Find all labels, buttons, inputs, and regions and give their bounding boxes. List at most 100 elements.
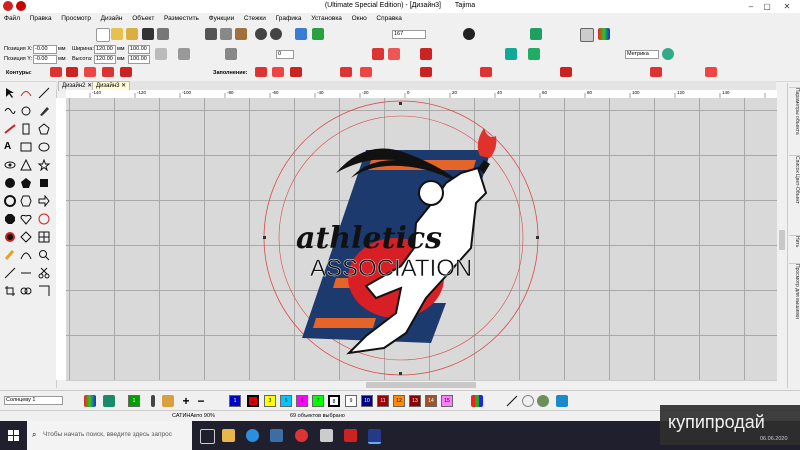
explorer-icon[interactable] [222,429,235,442]
fill-pattern-9-icon[interactable] [650,67,662,77]
menu-setup[interactable]: Установка [307,13,346,25]
star-icon[interactable] [37,158,51,172]
spool-icon[interactable] [556,395,568,407]
fill-icon[interactable] [420,48,432,60]
pencil-icon[interactable] [4,249,16,261]
text-tool-icon[interactable]: A [4,141,16,153]
needle-icon[interactable] [312,28,324,40]
shirt-small-icon[interactable] [528,48,540,60]
color-swatch[interactable]: 13 [409,395,421,407]
minus-icon[interactable]: − [195,395,207,407]
close-icon[interactable]: ✕ [780,0,794,13]
width-input[interactable]: 120.00 [94,45,116,54]
fill-pattern-4-icon[interactable] [340,67,352,77]
color-swatch[interactable]: 6 [296,395,308,407]
lock-proportion-icon[interactable] [155,48,167,60]
fill-pattern-6-icon[interactable] [420,67,432,77]
vertical-scrollbar[interactable] [777,90,787,388]
teal-shirt-icon[interactable] [103,395,115,407]
color-swatch[interactable]: 15 [441,395,453,407]
color-swatch[interactable]: 5 [280,395,292,407]
circle-icon[interactable] [522,395,534,407]
ellipse-icon[interactable] [38,141,50,153]
pentagon-icon[interactable] [20,177,32,189]
minimize-icon[interactable]: – [744,0,758,13]
tab-thread[interactable]: Нить [789,235,800,256]
fill-pattern-2-icon[interactable] [272,67,284,77]
width-percent-input[interactable]: 100.00 [128,45,150,54]
measure-icon[interactable] [4,267,16,279]
open-folder-icon[interactable] [111,28,123,40]
eye-icon[interactable] [662,48,674,60]
pos-x-input[interactable]: -0.00 [33,45,57,54]
diamond-icon[interactable] [20,231,32,243]
task-view-icon[interactable] [200,429,215,444]
fill-pattern-10-icon[interactable] [705,67,717,77]
menu-design[interactable]: Дизайн [97,13,127,25]
color-swatch[interactable]: 10 [361,395,373,407]
menu-file[interactable]: Файл [0,13,24,25]
horizontal-scrollbar[interactable] [66,380,777,389]
start-icon[interactable] [8,430,19,441]
palette-icon[interactable] [84,395,96,407]
new-file-icon[interactable] [96,28,110,42]
color-swatch[interactable]: 9 [345,395,357,407]
pos-y-input[interactable]: -0.00 [33,55,57,64]
fill-pattern-5-icon[interactable] [360,67,372,77]
color-swatch[interactable]: 14 [425,395,437,407]
stop-icon[interactable] [4,231,16,243]
contour-bean-icon[interactable] [120,67,132,77]
arrow-shape-icon[interactable] [38,194,50,208]
fill-pattern-1-icon[interactable] [255,67,267,77]
store-icon[interactable] [270,429,283,442]
units-select[interactable]: Метрика [625,50,659,59]
color-swatch[interactable]: 1 [128,395,140,407]
height-input[interactable]: 120.00 [94,55,116,64]
square-fill-icon[interactable] [38,177,50,189]
menu-functions[interactable]: Функции [205,13,239,25]
maximize-icon[interactable]: ▢ [760,0,774,13]
bezier-icon[interactable] [20,105,32,117]
color-swatch[interactable]: 1 [229,395,241,407]
fill-pattern-7-icon[interactable] [480,67,492,77]
reshape-icon[interactable] [20,87,32,99]
undo-icon[interactable] [255,28,267,40]
color-swatch[interactable]: 8 [328,395,340,407]
curve-icon[interactable] [20,249,32,261]
fill-pattern-8-icon[interactable] [560,67,572,77]
triangle-icon[interactable] [20,158,32,171]
tab-embroidery-preview[interactable]: Просмотр для вышивки [789,263,800,344]
design-canvas[interactable]: athletics ASSOCIATION [66,98,777,380]
eye-view-icon[interactable] [4,159,16,171]
satin-icon[interactable] [388,48,400,60]
globe-icon[interactable] [537,395,549,407]
pen-icon[interactable] [38,105,50,117]
contour-zigzag-icon[interactable] [84,67,96,77]
bucket-icon[interactable] [162,395,174,407]
grid-tool-icon[interactable] [38,231,50,243]
copy-icon[interactable] [220,28,232,40]
menu-edit[interactable]: Правка [26,13,56,25]
column-icon[interactable] [20,123,32,135]
info-icon[interactable] [463,28,475,40]
menu-help[interactable]: Справка [372,13,406,25]
slash-icon[interactable] [506,395,518,407]
fill-pattern-3-icon[interactable] [290,67,302,77]
stitch-tool-icon[interactable] [295,28,307,40]
menu-window[interactable]: Окно [348,13,371,25]
grid-icon[interactable] [580,28,594,42]
menu-arrange[interactable]: Разместить [160,13,203,25]
freehand-icon[interactable] [4,105,16,117]
color-swatch-selected[interactable]: 2 [247,395,259,407]
tajima-app-icon[interactable] [368,429,381,444]
applique-icon[interactable] [505,48,517,60]
angle-input[interactable]: 0 [276,50,294,59]
redo-icon[interactable] [270,28,282,40]
scissors-icon[interactable] [38,267,50,279]
color-swatch[interactable]: 7 [312,395,324,407]
shirt-icon[interactable] [530,28,542,40]
contour-satin-icon[interactable] [66,67,78,77]
vscroll-thumb[interactable] [779,230,785,250]
menu-stitches[interactable]: Стежки [240,13,270,25]
paste-icon[interactable] [235,28,247,40]
